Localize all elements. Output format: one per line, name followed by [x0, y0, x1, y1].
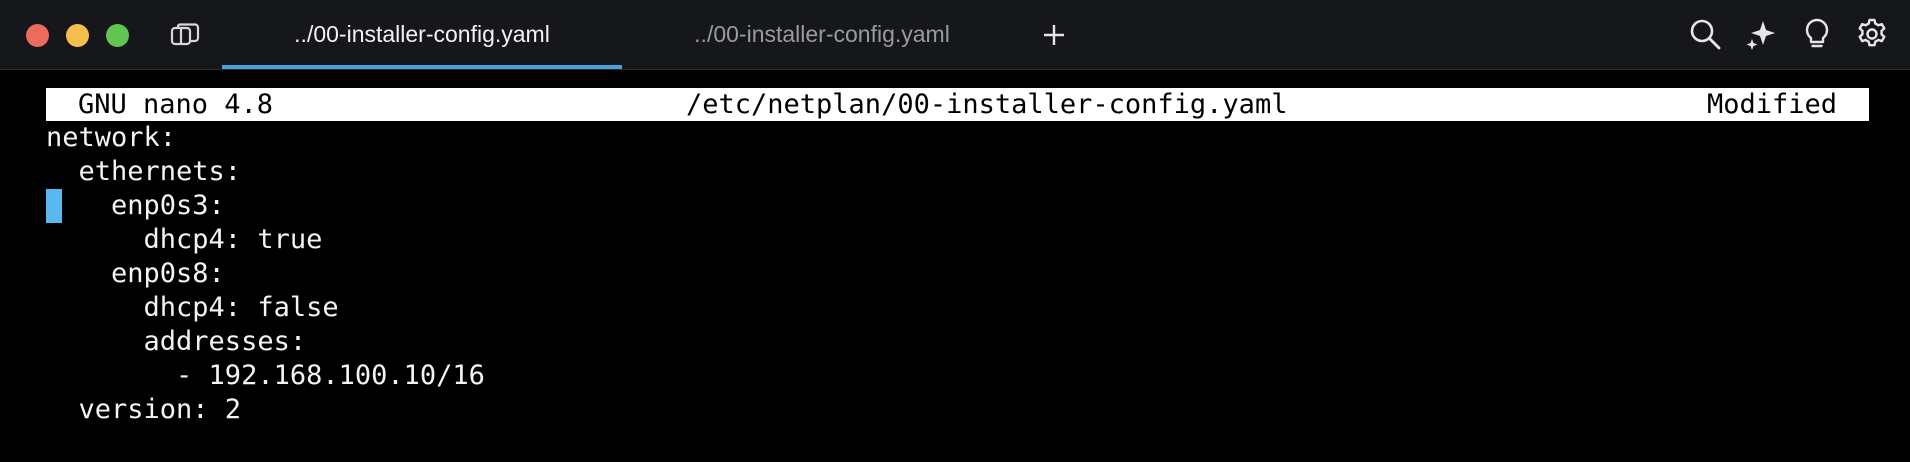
editor-line: enp0s8:: [46, 258, 225, 289]
gear-icon[interactable]: [1855, 17, 1889, 51]
editor-line: ethernets:: [46, 156, 242, 187]
minimize-window-button[interactable]: [66, 24, 89, 47]
sidebar-toggle-icon[interactable]: [170, 23, 200, 47]
new-tab-button[interactable]: [1038, 19, 1070, 51]
editor-line: dhcp4: false: [46, 292, 339, 323]
editor-line: addresses:: [46, 326, 307, 357]
text-cursor: [46, 189, 62, 223]
nano-version: GNU nano 4.8: [78, 89, 274, 120]
title-bar: ../00-installer-config.yaml ../00-instal…: [0, 0, 1910, 70]
lightbulb-icon[interactable]: [1800, 17, 1834, 51]
terminal-pane[interactable]: GNU nano 4.8 /etc/netplan/00-installer-c…: [0, 70, 1910, 462]
sparkle-icon[interactable]: [1745, 17, 1779, 51]
nano-filename: /etc/netplan/00-installer-config.yaml: [686, 89, 1288, 120]
tab-inactive[interactable]: ../00-installer-config.yaml: [622, 0, 1022, 69]
tab-active[interactable]: ../00-installer-config.yaml: [222, 0, 622, 69]
editor-line: dhcp4: true: [46, 224, 323, 255]
tab-label: ../00-installer-config.yaml: [694, 21, 950, 47]
nano-title-bar: GNU nano 4.8 /etc/netplan/00-installer-c…: [46, 88, 1869, 121]
editor-line: - 192.168.100.10/16: [46, 360, 485, 391]
nano-modified-status: Modified: [1706, 89, 1837, 120]
editor-buffer[interactable]: network: ethernets: enp0s3: dhcp4: true …: [46, 121, 1869, 427]
editor-line: enp0s3:: [46, 190, 225, 221]
plus-icon: [1044, 25, 1064, 45]
editor-line: version: 2: [46, 394, 242, 425]
close-window-button[interactable]: [26, 24, 49, 47]
search-icon[interactable]: [1688, 17, 1722, 51]
zoom-window-button[interactable]: [106, 24, 129, 47]
editor-line: network:: [46, 122, 177, 153]
tab-label: ../00-installer-config.yaml: [294, 21, 550, 47]
